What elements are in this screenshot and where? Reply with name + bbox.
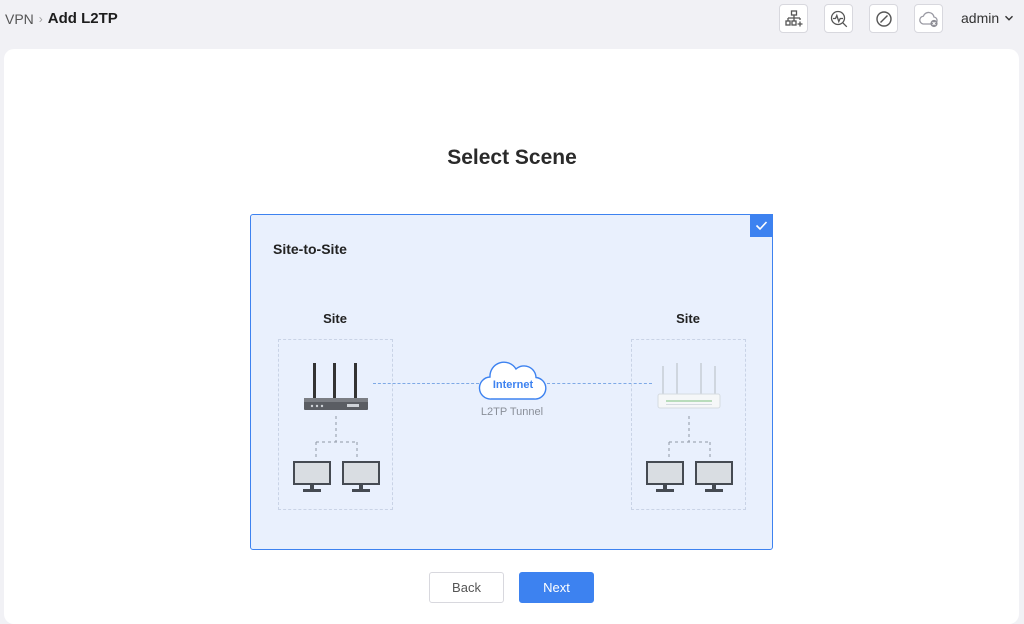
- top-bar: VPN › Add L2TP admin: [0, 0, 1024, 40]
- chevron-down-icon: [1005, 15, 1014, 21]
- diagnostics-button[interactable]: [824, 4, 853, 33]
- computer-icon: [342, 461, 380, 492]
- breadcrumb-separator: ›: [38, 11, 43, 26]
- computer-icon: [293, 461, 331, 492]
- breadcrumb-current: Add L2TP: [47, 10, 118, 27]
- left-site-label: Site: [323, 311, 347, 326]
- cloud-status-button[interactable]: [914, 4, 943, 33]
- username: admin: [961, 10, 1000, 26]
- selected-check-badge: [750, 214, 773, 237]
- block-icon: [875, 10, 892, 27]
- right-site-label: Site: [676, 311, 700, 326]
- scene-card-site-to-site[interactable]: Site-to-Site Site Site Internet L2TP Tun…: [250, 214, 773, 550]
- network-connector-lines: [668, 416, 711, 458]
- tunnel-line-left: [373, 383, 479, 384]
- next-button[interactable]: Next: [519, 572, 594, 603]
- breadcrumb: VPN › Add L2TP: [5, 10, 118, 27]
- block-button[interactable]: [869, 4, 898, 33]
- breadcrumb-vpn-link[interactable]: VPN: [5, 11, 34, 27]
- internet-label: Internet: [492, 379, 534, 391]
- cloud-offline-icon: [918, 11, 938, 27]
- wifi-router-icon: [657, 363, 721, 409]
- user-menu[interactable]: admin: [961, 10, 1014, 26]
- left-site-box: [278, 339, 393, 510]
- network-connector-lines: [315, 416, 358, 458]
- add-topology-button[interactable]: [779, 4, 808, 33]
- add-topology-icon: [784, 9, 802, 26]
- computer-icon: [695, 461, 733, 492]
- computer-icon: [646, 461, 684, 492]
- scene-title: Site-to-Site: [273, 241, 347, 257]
- tunnel-label: L2TP Tunnel: [480, 406, 544, 418]
- router-icon: [304, 363, 368, 410]
- diagnostics-icon: [830, 10, 847, 27]
- back-button[interactable]: Back: [429, 572, 504, 603]
- check-icon: [755, 221, 768, 231]
- page-title: Select Scene: [447, 146, 577, 169]
- right-site-box: [631, 339, 746, 510]
